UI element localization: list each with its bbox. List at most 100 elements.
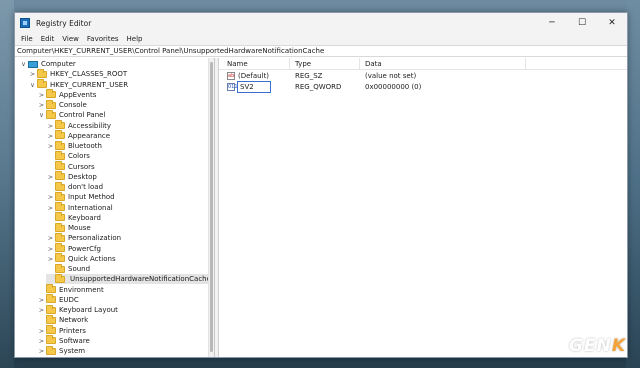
tree-item[interactable]: > Console xyxy=(37,99,87,110)
menu-view[interactable]: View xyxy=(58,35,83,43)
tree-item-label: Colors xyxy=(68,152,90,161)
tree-item[interactable]: Colors xyxy=(46,150,90,161)
genk-watermark: GENK xyxy=(569,336,626,356)
folder-icon xyxy=(55,130,65,140)
chevron-right-icon[interactable]: > xyxy=(37,296,46,304)
tree-item[interactable]: > Personalization xyxy=(46,232,121,243)
computer-icon xyxy=(28,60,38,68)
chevron-right-icon[interactable]: > xyxy=(37,327,46,335)
tree-item[interactable]: UnsupportedHardwareNotificationCache xyxy=(46,273,213,285)
tree-item[interactable]: > Printers xyxy=(37,325,86,336)
tree-item[interactable]: > Accessibility xyxy=(46,120,111,131)
tree-item[interactable]: > Appearance xyxy=(46,130,110,141)
chevron-right-icon[interactable]: > xyxy=(46,173,55,181)
chevron-right-icon[interactable]: > xyxy=(46,193,55,201)
tree-item-label: Control Panel xyxy=(59,111,106,120)
folder-icon xyxy=(55,232,65,242)
tree-scrollbar[interactable] xyxy=(208,58,214,357)
close-button[interactable]: ✕ xyxy=(597,13,627,33)
menu-edit[interactable]: Edit xyxy=(37,35,59,43)
key-tree-pane: ∨ Computer > HKEY_CLASSES_ROOT ∨ HKEY_CURRENT… xyxy=(15,58,215,357)
chevron-right-icon[interactable]: > xyxy=(46,132,55,140)
chevron-right-icon[interactable]: > xyxy=(37,306,46,314)
main-panes: ∨ Computer > HKEY_CLASSES_ROOT ∨ HKEY_CURRENT… xyxy=(15,58,627,357)
tree-item[interactable]: Network xyxy=(37,314,88,325)
tree-item[interactable]: Mouse xyxy=(46,222,91,233)
value-data: 0x00000000 (0) xyxy=(365,83,422,91)
folder-icon xyxy=(55,222,65,232)
tree-item[interactable]: > AppEvents xyxy=(37,89,96,100)
tree-item-label: HKEY_CLASSES_ROOT xyxy=(50,70,128,79)
chevron-right-icon[interactable]: > xyxy=(46,255,55,263)
folder-icon xyxy=(46,314,56,324)
menu-file[interactable]: File xyxy=(17,35,37,43)
tree-item[interactable]: > EUDC xyxy=(37,294,79,305)
tree-item-label: EUDC xyxy=(59,295,79,304)
column-header-data[interactable]: Data xyxy=(365,60,382,68)
folder-icon xyxy=(46,109,56,119)
scrollbar-thumb[interactable] xyxy=(210,62,213,352)
maximize-button[interactable]: ☐ xyxy=(567,13,597,33)
chevron-right-icon[interactable]: > xyxy=(46,245,55,253)
folder-icon xyxy=(55,150,65,160)
title-bar[interactable]: Registry Editor ─ ☐ ✕ xyxy=(15,13,627,33)
tree-item[interactable]: Cursors xyxy=(46,161,95,172)
tree-item[interactable]: > HKEY_CLASSES_ROOT xyxy=(28,68,128,79)
value-row[interactable]: 011 SV2 REG_QWORD 0x00000000 (0) xyxy=(219,81,627,93)
folder-icon xyxy=(55,120,65,130)
tree-item-label: Printers xyxy=(59,326,86,335)
window-title: Registry Editor xyxy=(36,18,92,28)
tree-item[interactable]: > Software xyxy=(37,335,90,346)
rename-value-input[interactable]: SV2 xyxy=(237,81,271,93)
tree-item[interactable]: > Bluetooth xyxy=(46,140,102,151)
column-divider[interactable] xyxy=(525,58,526,70)
minimize-button[interactable]: ─ xyxy=(537,13,567,33)
tree-item-label: Bluetooth xyxy=(68,142,102,151)
tree-item-label: System xyxy=(59,347,86,356)
tree-item[interactable]: ∨ HKEY_CURRENT_USER xyxy=(28,79,128,90)
tree-item[interactable]: Sound xyxy=(46,263,90,274)
tree-item[interactable]: > System xyxy=(37,345,86,356)
tree-item[interactable]: > PowerCfg xyxy=(46,243,101,254)
menu-help[interactable]: Help xyxy=(123,35,147,43)
tree-item-label: PowerCfg xyxy=(68,244,101,253)
value-row[interactable]: ab (Default) REG_SZ (value not set) xyxy=(219,71,627,82)
tree-item[interactable]: > Input Method xyxy=(46,191,115,202)
chevron-right-icon[interactable]: > xyxy=(37,91,46,99)
value-name: (Default) xyxy=(238,72,270,80)
chevron-right-icon[interactable]: > xyxy=(46,142,55,150)
chevron-down-icon[interactable]: ∨ xyxy=(19,60,28,68)
value-type: REG_QWORD xyxy=(295,83,342,91)
chevron-right-icon[interactable]: > xyxy=(37,347,46,355)
chevron-right-icon[interactable]: > xyxy=(37,337,46,345)
folder-icon xyxy=(37,79,47,89)
column-header-type[interactable]: Type xyxy=(295,60,311,68)
tree-item[interactable]: Environment xyxy=(37,284,104,295)
address-bar[interactable]: Computer\HKEY_CURRENT_USER\Control Panel… xyxy=(15,45,627,57)
column-divider[interactable] xyxy=(359,58,360,70)
tree-item-label: Software xyxy=(59,336,90,345)
tree-item-label: Environment xyxy=(59,285,104,294)
chevron-down-icon[interactable]: ∨ xyxy=(37,111,46,119)
menu-favorites[interactable]: Favorites xyxy=(83,35,123,43)
column-header-name[interactable]: Name xyxy=(227,60,248,68)
tree-item[interactable]: > Desktop xyxy=(46,171,97,182)
tree-item[interactable]: don't load xyxy=(46,181,104,192)
chevron-right-icon[interactable]: > xyxy=(46,204,55,212)
tree-item-label: don't load xyxy=(68,183,104,192)
tree-item[interactable]: ∨ Computer xyxy=(19,59,76,69)
chevron-right-icon[interactable]: > xyxy=(46,234,55,242)
chevron-right-icon[interactable]: > xyxy=(46,122,55,130)
tree-item-label: International xyxy=(68,203,113,212)
chevron-down-icon[interactable]: ∨ xyxy=(28,81,37,89)
tree-item-label: UnsupportedHardwareNotificationCache xyxy=(70,275,211,284)
tree-item[interactable]: ∨ Control Panel xyxy=(37,109,106,120)
tree-item[interactable]: > Keyboard Layout xyxy=(37,304,118,315)
address-path[interactable]: Computer\HKEY_CURRENT_USER\Control Panel… xyxy=(17,47,324,55)
column-divider[interactable] xyxy=(289,58,290,70)
tree-item[interactable]: > International xyxy=(46,202,113,213)
chevron-right-icon[interactable]: > xyxy=(37,101,46,109)
tree-item[interactable]: Keyboard xyxy=(46,212,101,223)
tree-item[interactable]: > Quick Actions xyxy=(46,253,116,264)
chevron-right-icon[interactable]: > xyxy=(28,70,37,78)
